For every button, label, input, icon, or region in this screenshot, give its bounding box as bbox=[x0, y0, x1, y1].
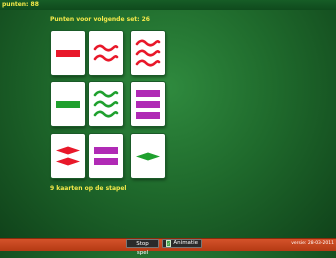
rectangle-symbol bbox=[94, 147, 118, 154]
rectangle-symbol bbox=[56, 49, 80, 57]
set-card[interactable] bbox=[131, 134, 165, 178]
squiggle-icon bbox=[93, 90, 119, 98]
rectangle-icon bbox=[56, 49, 80, 57]
deck-count-label: 9 kaarten op de stapel bbox=[50, 185, 127, 192]
diamond-symbol bbox=[56, 146, 80, 155]
top-bar: punten: 88 bbox=[0, 0, 336, 10]
squiggle-icon bbox=[93, 54, 119, 62]
squiggle-symbol bbox=[93, 44, 119, 52]
version-label: versie: 28-03-2011 bbox=[291, 241, 334, 246]
animation-label: Animatie bbox=[173, 240, 198, 246]
squiggle-icon bbox=[93, 44, 119, 52]
rectangle-icon bbox=[94, 158, 118, 165]
set-card[interactable] bbox=[131, 31, 165, 75]
set-card[interactable] bbox=[51, 31, 85, 75]
checkbox-icon[interactable]: ✓ bbox=[166, 240, 172, 247]
stop-game-button[interactable]: Stop spel bbox=[126, 239, 159, 256]
rectangle-icon bbox=[136, 111, 160, 119]
rectangle-symbol bbox=[136, 89, 160, 97]
squiggle-icon bbox=[135, 39, 161, 47]
rectangle-icon bbox=[56, 100, 80, 108]
squiggle-symbol bbox=[93, 100, 119, 108]
set-card[interactable] bbox=[51, 82, 85, 126]
next-set-points-label: Punten voor volgende set: 26 bbox=[50, 16, 150, 23]
squiggle-symbol bbox=[135, 49, 161, 57]
squiggle-symbol bbox=[93, 90, 119, 98]
rectangle-symbol bbox=[136, 100, 160, 108]
set-card[interactable] bbox=[89, 82, 123, 126]
rectangle-symbol bbox=[56, 100, 80, 108]
squiggle-icon bbox=[93, 110, 119, 118]
squiggle-symbol bbox=[93, 110, 119, 118]
set-card[interactable] bbox=[89, 134, 123, 178]
diamond-icon bbox=[136, 152, 160, 160]
squiggle-icon bbox=[93, 100, 119, 108]
diamond-icon bbox=[56, 146, 80, 155]
squiggle-symbol bbox=[135, 59, 161, 67]
set-card[interactable] bbox=[131, 82, 165, 126]
squiggle-icon bbox=[135, 49, 161, 57]
squiggle-symbol bbox=[93, 54, 119, 62]
set-card[interactable] bbox=[51, 134, 85, 178]
rectangle-symbol bbox=[94, 158, 118, 165]
diamond-symbol bbox=[56, 157, 80, 166]
squiggle-symbol bbox=[135, 39, 161, 47]
rectangle-symbol bbox=[136, 111, 160, 119]
rectangle-icon bbox=[136, 100, 160, 108]
squiggle-icon bbox=[135, 59, 161, 67]
score-label: punten: 88 bbox=[2, 1, 39, 8]
rectangle-icon bbox=[94, 147, 118, 154]
diamond-icon bbox=[56, 157, 80, 166]
set-card[interactable] bbox=[89, 31, 123, 75]
animation-toggle[interactable]: ✓ Animatie bbox=[162, 239, 202, 248]
rectangle-icon bbox=[136, 89, 160, 97]
diamond-symbol bbox=[136, 152, 160, 160]
